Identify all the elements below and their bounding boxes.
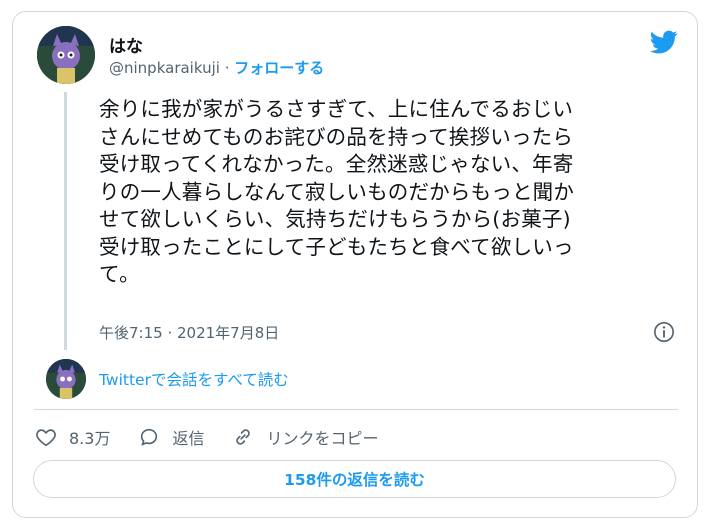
author-handle-row: @ninpkaraikuji · フォローする bbox=[109, 57, 324, 78]
author-handle[interactable]: @ninpkaraikuji bbox=[109, 59, 220, 77]
author-avatar[interactable] bbox=[37, 26, 95, 84]
heart-icon bbox=[36, 429, 56, 447]
conversation-avatar[interactable] bbox=[46, 359, 86, 399]
reply-label: 返信 bbox=[172, 429, 205, 448]
reply-bubble-icon bbox=[141, 428, 158, 446]
reply-button[interactable]: 返信 bbox=[138, 425, 204, 449]
like-button[interactable]: 8.3万 bbox=[35, 425, 110, 449]
like-count: 8.3万 bbox=[69, 429, 111, 448]
handle-separator: · bbox=[219, 59, 235, 77]
copy-link-button[interactable]: リンクをコピー bbox=[232, 425, 378, 449]
action-bar: 8.3万 返信 リンクをコピー bbox=[35, 422, 406, 452]
copy-link-label: リンクをコピー bbox=[266, 429, 379, 448]
thread-line bbox=[64, 92, 67, 350]
read-replies-button[interactable]: 158件の返信を読む bbox=[33, 460, 676, 498]
link-icon bbox=[236, 429, 251, 445]
tweet-timestamp[interactable]: 午後7:15 · 2021年7月8日 bbox=[99, 322, 279, 343]
author-name[interactable]: はな bbox=[109, 32, 143, 57]
read-conversation-link[interactable]: Twitterで会話をすべて読む bbox=[99, 368, 289, 390]
follow-button[interactable]: フォローする bbox=[234, 59, 324, 77]
info-icon[interactable] bbox=[653, 321, 675, 343]
twitter-bird-icon[interactable] bbox=[648, 28, 680, 56]
tweet-card: はな @ninpkaraikuji · フォローする 余りに我が家がうるさすぎて… bbox=[12, 11, 698, 518]
tweet-text: 余りに我が家がうるさすぎて、上に住んでるおじい さんにせめてものお詫びの品を持っ… bbox=[99, 97, 575, 286]
divider bbox=[34, 409, 678, 410]
